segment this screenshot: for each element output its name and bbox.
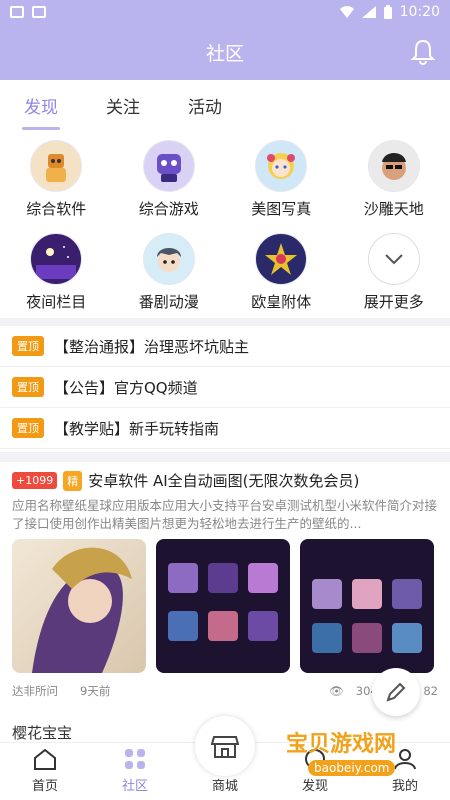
app-header: 社区 [0,24,450,80]
post-images [12,539,438,673]
status-time: 10:20 [399,4,440,20]
category-label: 沙雕天地 [363,200,424,218]
category-expand-more[interactable]: 展开更多 [338,233,450,316]
category-memes[interactable]: 沙雕天地 [338,140,450,223]
category-label: 展开更多 [363,293,424,311]
store-button[interactable] [195,716,255,776]
nav-home[interactable]: 首页 [0,743,90,800]
status-bar: 10:20 [0,0,450,24]
pinned-title: 【公告】官方QQ频道 [54,378,198,397]
post-title: 安卓软件 AI全自动画图(无限次数免会员) [88,472,360,490]
meme-face-avatar-icon [367,140,420,192]
divider [0,452,450,462]
lucky-star-avatar-icon [255,233,308,285]
category-games[interactable]: 综合游戏 [113,140,226,223]
watermark-url: baobeiy.com [308,760,396,776]
watermark: 宝贝游戏网 baobeiy.com [272,726,422,786]
post-title-row: +1099 精 安卓软件 AI全自动画图(无限次数免会员) [12,470,438,491]
image-icon [10,6,24,18]
page-title: 社区 [205,42,244,65]
anime-character-avatar-icon [142,233,195,285]
nav-label: 社区 [121,779,148,794]
robot-avatar-icon [30,140,83,192]
battery-icon [383,5,392,19]
signal-icon [361,6,376,18]
pinned-title: 【整治通报】治理恶坏坑贴主 [54,337,250,356]
pinned-badge: 置顶 [12,336,44,356]
post-description: 应用名称壁纸星球应用版本应用大小支持平台安卓测试机型小米软件简介对接了接口使用创… [12,498,438,531]
pinned-badge: 置顶 [12,377,44,397]
nav-community[interactable]: 社区 [90,743,180,800]
girl-avatar-icon [255,140,308,192]
category-photos[interactable]: 美图写真 [225,140,338,223]
pencil-icon [386,682,406,702]
post-image[interactable] [156,539,290,673]
post-image[interactable] [12,539,146,673]
game-mascot-avatar-icon [142,140,195,192]
pinned-post[interactable]: 置顶 【公告】官方QQ频道 [0,367,450,408]
divider [0,318,450,326]
compose-button[interactable] [372,668,420,716]
points-badge: +1099 [12,472,58,489]
pinned-badge: 置顶 [12,418,44,438]
eye-icon: 👁 [329,684,344,698]
chevron-down-icon [367,233,420,285]
category-label: 番剧动漫 [138,293,199,311]
category-anime[interactable]: 番剧动漫 [113,233,226,316]
category-grid: 综合软件 综合游戏 美图写真 沙雕天地 夜间栏目 番剧动漫 欧皇附体 展开更多 [0,140,450,316]
category-label: 综合游戏 [138,200,199,218]
category-label: 欧皇附体 [251,293,312,311]
category-software[interactable]: 综合软件 [0,140,113,223]
tab-discover[interactable]: 发现 [22,93,60,130]
category-label: 夜间栏目 [26,293,87,311]
community-icon [125,749,145,769]
featured-badge: 精 [63,470,83,491]
night-moon-avatar-icon [30,233,83,285]
category-lucky[interactable]: 欧皇附体 [225,233,338,316]
tab-activity[interactable]: 活动 [188,93,222,118]
post-author[interactable]: 达非所问 [12,683,58,699]
tab-bar: 发现 关注 活动 [0,80,450,130]
category-night[interactable]: 夜间栏目 [0,233,113,316]
tab-follow[interactable]: 关注 [106,93,140,118]
bell-icon[interactable] [410,38,436,66]
post-time: 9天前 [80,684,111,698]
pinned-post[interactable]: 置顶 【整治通报】治理恶坏坑贴主 [0,326,450,367]
nav-label: 首页 [31,779,58,794]
wifi-icon [339,6,354,18]
nav-label: 商城 [211,779,238,794]
pinned-list: 置顶 【整治通报】治理恶坏坑贴主 置顶 【公告】官方QQ频道 置顶 【教学贴】新… [0,326,450,449]
category-label: 美图写真 [251,200,312,218]
watermark-text: 宝贝游戏网 [286,732,397,757]
next-post-title[interactable]: 樱花宝宝 [12,722,72,743]
pinned-post[interactable]: 置顶 【教学贴】新手玩转指南 [0,408,450,449]
category-label: 综合软件 [26,200,87,218]
home-icon [34,748,56,770]
app-a-icon [32,6,46,18]
store-icon [211,736,239,758]
post-image[interactable] [300,539,434,673]
comment-count: 82 [423,684,438,698]
pinned-title: 【教学贴】新手玩转指南 [54,419,220,438]
